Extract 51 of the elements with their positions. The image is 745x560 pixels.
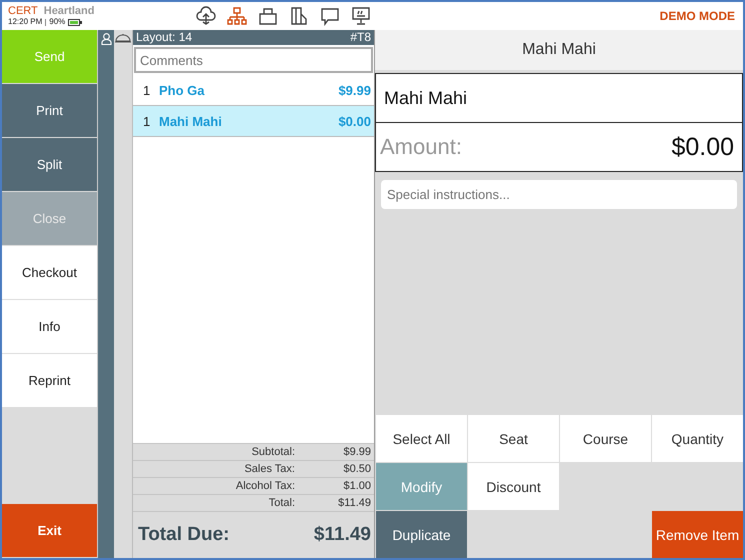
card-reader-icon[interactable] [289,6,309,26]
total-value: $1.00 [342,479,372,494]
side-button[interactable]: Checkout [2,246,97,299]
brand-label: Heartland [44,5,94,17]
mode-label: CERT [8,5,38,17]
item-name-field[interactable]: Mahi Mahi [375,73,743,123]
exit-button[interactable]: Exit [2,504,97,557]
action-button[interactable]: Duplicate [376,511,467,558]
chat-bubble-icon[interactable] [320,6,340,26]
action-button[interactable]: Select All [376,415,467,462]
item-price: $9.99 [338,82,371,98]
side-button[interactable]: Print [2,84,97,137]
total-value: $9.99 [342,445,372,460]
printer-icon[interactable] [258,6,278,26]
total-label: Sales Tax: [243,462,296,477]
special-instructions-field[interactable]: Special instructions... [381,180,737,209]
total-label: Subtotal: [250,445,296,460]
total-value: $11.49 [337,496,372,511]
side-button[interactable]: Reprint [2,354,97,407]
action-button[interactable]: Course [560,415,651,462]
total-due-value: $11.49 [314,524,371,546]
total-label: Alcohol Tax: [234,479,296,494]
total-value: $0.50 [342,462,372,477]
action-button[interactable]: Discount [468,463,559,510]
layout-label: Layout: 14 [136,30,192,45]
demo-mode-label: DEMO MODE [660,9,736,23]
time-label: 12:20 PM [8,17,42,27]
action-button[interactable]: Quantity [652,415,743,462]
cloud-upload-icon[interactable] [196,6,216,26]
person-icon[interactable] [100,33,112,45]
comments-field[interactable]: Comments [134,47,373,73]
battery-icon [68,18,82,26]
total-label: Total: [268,496,296,511]
battery-label: 90% [49,17,66,27]
item-price: $0.00 [338,114,371,128]
item-quantity: 1 [143,114,152,128]
total-due-label: Total Due: [138,524,230,546]
network-icon[interactable] [227,6,247,26]
table-number: #T8 [350,30,371,45]
item-quantity: 1 [143,82,152,98]
cloche-icon[interactable] [115,33,131,43]
side-button[interactable]: Split [2,138,97,191]
item-title: Mahi Mahi [522,41,596,59]
action-button[interactable]: Seat [468,415,559,462]
item-name: Pho Ga [159,82,206,98]
amount-field[interactable]: Amount: $0.00 [375,123,743,172]
side-button[interactable]: Info [2,300,97,353]
action-button[interactable]: Remove Item [652,511,743,558]
monitor-icon[interactable] [351,6,371,26]
item-name: Mahi Mahi [159,114,223,128]
order-item-row[interactable]: 1 Mahi Mahi $0.00 [133,106,374,137]
